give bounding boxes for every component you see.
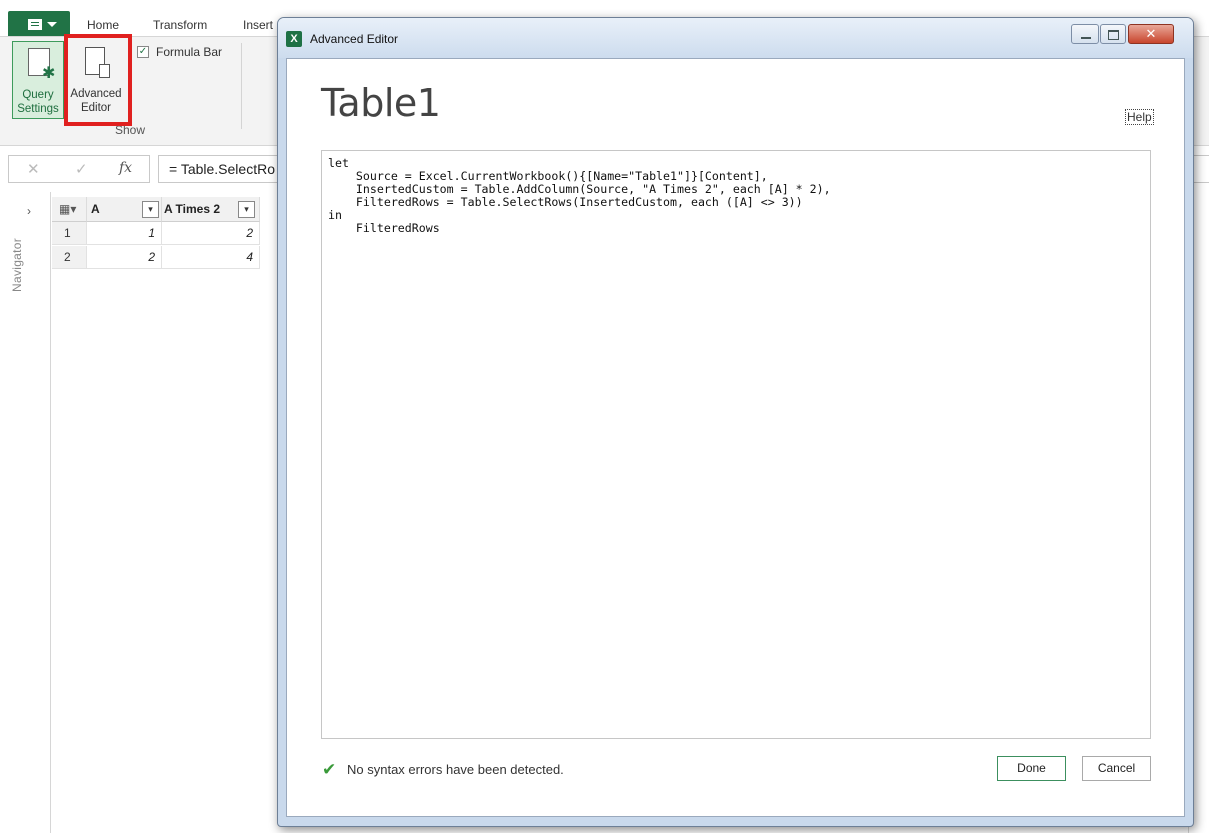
code-text[interactable]: let Source = Excel.CurrentWorkbook(){[Na… [328, 157, 831, 235]
column-header-label: A Times 2 [164, 202, 221, 216]
formula-bar-checkbox[interactable]: ✓ [137, 46, 149, 58]
cancel-button[interactable]: Cancel [1082, 756, 1151, 781]
chevron-right-icon[interactable]: › [27, 204, 31, 218]
query-name-heading: Table1 [321, 81, 441, 125]
column-header-label: A [91, 202, 100, 216]
fx-icon: fx [119, 160, 133, 176]
syntax-status-text: No syntax errors have been detected. [347, 762, 564, 777]
chevron-down-icon [47, 22, 57, 27]
filter-active-icon[interactable]: ▾ [142, 201, 159, 218]
checkmark-icon: ✔ [322, 760, 337, 779]
row-number[interactable]: 2 [52, 246, 87, 269]
column-header-a-times-2[interactable]: A Times 2 ▾ [162, 197, 260, 222]
file-icon [28, 19, 42, 30]
table-cell[interactable]: 1 [87, 222, 162, 245]
tab-insert[interactable]: Insert [243, 18, 273, 32]
query-settings-button[interactable]: ✱ Query Settings [12, 41, 64, 119]
file-menu-button[interactable] [8, 11, 70, 36]
cancel-formula-icon[interactable]: ✕ [27, 160, 40, 178]
query-settings-label: Query Settings [17, 89, 59, 115]
table-icon: ▦▾ [59, 202, 77, 216]
minimize-button[interactable] [1071, 24, 1099, 44]
filter-dropdown-icon[interactable]: ▾ [238, 201, 255, 218]
dialog-body: Table1 Help let Source = Excel.CurrentWo… [286, 58, 1185, 817]
done-button[interactable]: Done [997, 756, 1066, 781]
help-link[interactable]: Help [1125, 109, 1154, 125]
code-editor[interactable]: let Source = Excel.CurrentWorkbook(){[Na… [321, 150, 1151, 739]
navigator-label: Navigator [10, 237, 24, 292]
maximize-button[interactable] [1100, 24, 1126, 44]
tab-transform[interactable]: Transform [153, 18, 207, 32]
dialog-title-bar[interactable]: X Advanced Editor ✕ [278, 18, 1193, 58]
table-cell[interactable]: 2 [87, 246, 162, 269]
ribbon-separator [241, 43, 242, 129]
gear-icon: ✱ [42, 65, 56, 82]
close-button[interactable]: ✕ [1128, 24, 1174, 44]
excel-icon: X [286, 31, 302, 47]
column-header-a[interactable]: A ▾ [87, 197, 162, 222]
navigator-pane[interactable]: › Navigator [0, 192, 51, 833]
table-cell[interactable]: 4 [162, 246, 260, 269]
formula-bar-label: Formula Bar [156, 45, 223, 59]
confirm-formula-icon[interactable]: ✓ [75, 160, 88, 178]
table-menu-button[interactable]: ▦▾ [52, 197, 87, 222]
table-cell[interactable]: 2 [162, 222, 260, 245]
dialog-title: Advanced Editor [310, 32, 399, 46]
advanced-editor-dialog: X Advanced Editor ✕ Table1 Help let Sour… [277, 17, 1194, 827]
row-number[interactable]: 1 [52, 222, 87, 245]
tab-home[interactable]: Home [87, 18, 119, 32]
highlight-annotation-box [64, 34, 132, 126]
